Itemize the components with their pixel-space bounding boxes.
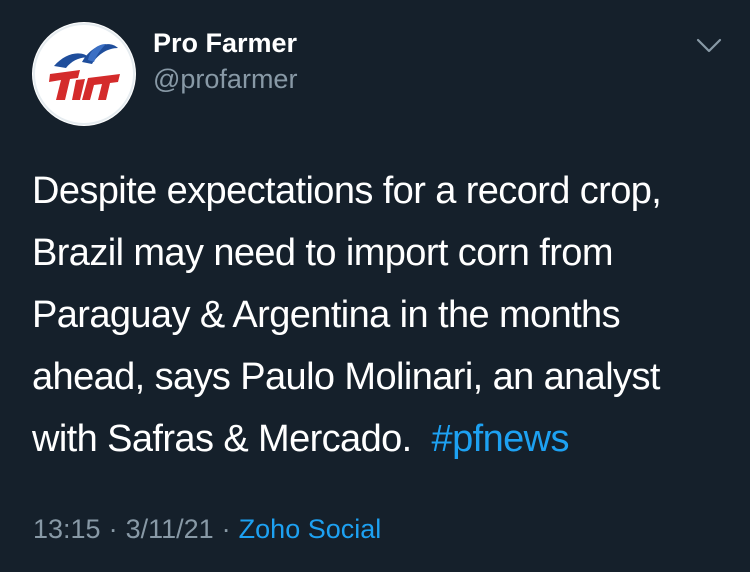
tweet-line: Despite expectations for a record crop, <box>32 170 662 212</box>
tweet-last-line: with Safras & Mercado. #pfnews <box>32 408 732 470</box>
tweet-line: Paraguay & Argentina in the months <box>32 294 621 336</box>
tweet-time: 13:15 <box>33 514 101 544</box>
tweet-line: ahead, says Paulo Molinari, an analyst <box>32 356 660 398</box>
avatar[interactable] <box>32 22 136 126</box>
tweet-meta: 13:15 · 3/11/21 · Zoho Social <box>33 514 381 545</box>
meta-separator: · <box>108 514 118 544</box>
source-link[interactable]: Zoho Social <box>239 514 382 544</box>
tweet-line: Brazil may need to import corn from <box>32 232 613 274</box>
tweet-text: Despite expectations for a record crop, … <box>32 160 732 470</box>
meta-separator: · <box>221 514 231 544</box>
handle[interactable]: @profarmer <box>153 64 297 95</box>
pro-farmer-logo-icon <box>33 23 135 125</box>
tweet-date[interactable]: 3/11/21 <box>126 514 214 544</box>
chevron-down-icon[interactable] <box>692 28 726 62</box>
hashtag-link[interactable]: #pfnews <box>432 418 570 460</box>
tweet-card: Pro Farmer @profarmer Despite expectatio… <box>0 0 750 572</box>
display-name[interactable]: Pro Farmer <box>153 28 297 59</box>
tweet-line: with Safras & Mercado. <box>32 418 412 460</box>
